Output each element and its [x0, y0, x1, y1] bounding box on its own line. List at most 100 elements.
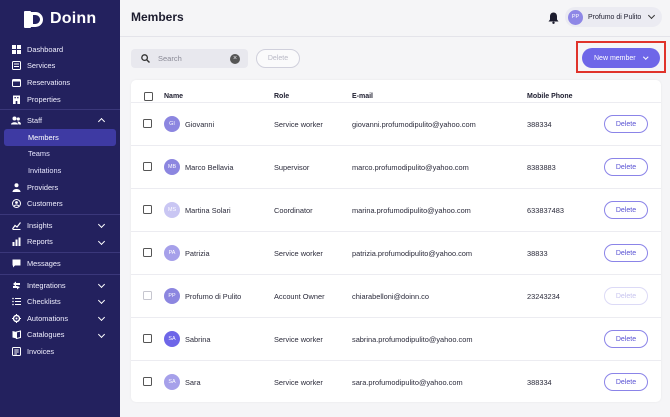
building-icon	[11, 94, 21, 104]
row-checkbox[interactable]	[143, 377, 152, 386]
clear-search-icon[interactable]: ×	[230, 54, 240, 64]
checklist-icon	[11, 297, 21, 307]
top-header: Members PP Profumo di Pulito	[120, 0, 670, 37]
sidebar-item-label: Teams	[28, 149, 50, 159]
select-all-checkbox[interactable]	[144, 92, 153, 101]
sidebar-item-label: Dashboard	[27, 44, 64, 54]
member-role: Coordinator	[274, 206, 313, 215]
sidebar-item-label: Properties	[27, 94, 61, 104]
sidebar-item-dashboard[interactable]: Dashboard	[0, 41, 120, 58]
sidebar-item-label: Invitations	[28, 165, 62, 175]
sidebar-item-teams[interactable]: Teams	[0, 146, 120, 163]
member-role: Service worker	[274, 249, 323, 258]
member-name: Martina Solari	[185, 206, 231, 215]
avatar: PP	[568, 9, 583, 25]
member-phone: 388334	[527, 120, 552, 129]
search-input[interactable]	[158, 54, 228, 63]
reports-icon	[11, 237, 21, 247]
member-role: Service worker	[274, 120, 323, 129]
avatar: PA	[164, 245, 180, 261]
sidebar-item-label: Insights	[27, 220, 53, 230]
sidebar-item-invitations[interactable]: Invitations	[0, 162, 120, 179]
delete-member-button[interactable]: Delete	[604, 201, 648, 219]
sidebar-item-insights[interactable]: Insights	[0, 217, 120, 234]
customers-icon	[11, 199, 21, 209]
sidebar-item-label: Services	[27, 61, 56, 71]
delete-member-button[interactable]: Delete	[604, 158, 648, 176]
column-header-role[interactable]: Role	[274, 93, 289, 100]
logo-text: Doinn	[50, 10, 97, 27]
sidebar-item-integrations[interactable]: Integrations	[0, 277, 120, 294]
table-row[interactable]: SA Sara Service worker sara.profumodipulito…	[131, 360, 661, 403]
members-table: Name Role E-mail Mobile Phone GI Giovanni…	[131, 80, 661, 402]
sidebar-item-invoices[interactable]: Invoices	[0, 343, 120, 360]
automations-icon	[11, 313, 21, 323]
member-email: chiarabelloni@doinn.co	[352, 292, 429, 301]
row-checkbox[interactable]	[143, 205, 152, 214]
member-email: marco.profumodipulito@yahoo.com	[352, 163, 469, 172]
divider	[0, 273, 120, 275]
row-checkbox[interactable]	[143, 334, 152, 343]
sidebar-item-providers[interactable]: Providers	[0, 179, 120, 196]
column-header-email[interactable]: E-mail	[352, 93, 373, 100]
sidebar-item-reports[interactable]: Reports	[0, 234, 120, 251]
avatar: MS	[164, 202, 180, 218]
row-checkbox[interactable]	[143, 291, 152, 300]
delete-member-button[interactable]: Delete	[604, 115, 648, 133]
user-menu[interactable]: PP Profumo di Pulito	[565, 7, 662, 27]
sidebar-item-staff[interactable]: Staff	[0, 112, 120, 129]
sidebar-item-label: Messages	[27, 258, 61, 268]
search-box[interactable]: ×	[131, 49, 248, 68]
sidebar-item-members[interactable]: Members	[4, 128, 116, 146]
sidebar-item-properties[interactable]: Properties	[0, 91, 120, 108]
row-checkbox[interactable]	[143, 119, 152, 128]
table-row[interactable]: PP Profumo di Pulito Account Owner chiarabe…	[131, 274, 661, 317]
delete-member-button[interactable]: Delete	[604, 287, 648, 305]
new-member-button[interactable]: New member	[582, 48, 660, 68]
people-icon	[11, 116, 21, 126]
table-row[interactable]: MS Martina Solari Coordinator marina.profum…	[131, 188, 661, 231]
column-header-phone[interactable]: Mobile Phone	[527, 93, 573, 100]
delete-member-button[interactable]: Delete	[604, 330, 648, 348]
row-checkbox[interactable]	[143, 248, 152, 257]
sidebar-item-label: Reservations	[27, 77, 71, 87]
doinn-logo[interactable]: Doinn	[24, 9, 96, 29]
bulk-delete-button[interactable]: Delete	[256, 49, 300, 68]
chevron-up-icon	[97, 118, 106, 126]
member-role: Supervisor	[274, 163, 310, 172]
table-row[interactable]: MB Marco Bellavia Supervisor marco.profumod…	[131, 145, 661, 188]
sidebar-item-label: Customers	[27, 199, 63, 209]
sidebar-item-label: Staff	[27, 116, 43, 126]
member-name: Sabrina	[185, 335, 211, 344]
sidebar-item-checklists[interactable]: Checklists	[0, 293, 120, 310]
integrations-icon	[11, 280, 21, 290]
sidebar-item-label: Reports	[27, 237, 53, 247]
search-icon	[141, 54, 150, 63]
member-role: Service worker	[274, 335, 323, 344]
column-header-name[interactable]: Name	[164, 93, 183, 100]
row-checkbox[interactable]	[143, 162, 152, 171]
delete-member-button[interactable]: Delete	[604, 244, 648, 262]
member-email: patrizia.profumodipulito@yahoo.com	[352, 249, 473, 258]
notification-bell-icon[interactable]	[548, 11, 559, 24]
invoice-icon	[11, 346, 21, 356]
table-row[interactable]: SA Sabrina Service worker sabrina.profumodi…	[131, 317, 661, 360]
sidebar-item-automations[interactable]: Automations	[0, 310, 120, 327]
member-name: Giovanni	[185, 120, 215, 129]
chevron-down-icon	[97, 297, 106, 305]
sidebar-item-services[interactable]: Services	[0, 58, 120, 75]
table-row[interactable]: PA Patrizia Service worker patrizia.profumo…	[131, 231, 661, 274]
member-name: Patrizia	[185, 249, 210, 258]
sidebar-item-messages[interactable]: Messages	[0, 255, 120, 272]
avatar: MB	[164, 159, 180, 175]
doinn-logo-icon	[24, 10, 46, 28]
sidebar-item-catalogues[interactable]: Catalogues	[0, 327, 120, 344]
member-phone: 633837483	[527, 206, 564, 215]
sidebar-item-customers[interactable]: Customers	[0, 195, 120, 212]
delete-member-button[interactable]: Delete	[604, 373, 648, 391]
sidebar-nav: Dashboard Services Reservations Properti…	[0, 41, 120, 360]
chevron-down-icon	[97, 280, 106, 288]
table-row[interactable]: GI Giovanni Service worker giovanni.profumo…	[131, 102, 661, 145]
sidebar-item-reservations[interactable]: Reservations	[0, 74, 120, 91]
insights-icon	[11, 220, 21, 230]
